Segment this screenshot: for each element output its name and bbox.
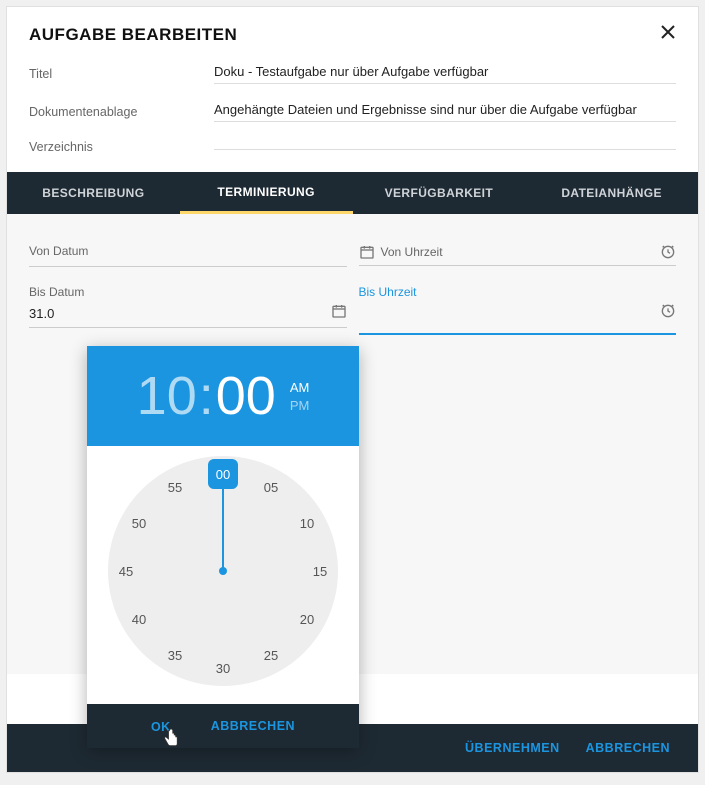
- to-time-input[interactable]: [359, 303, 677, 335]
- clock-tick-30[interactable]: 30: [208, 653, 238, 683]
- directory-label: Verzeichnis: [29, 140, 214, 154]
- from-time-label: Von Uhrzeit: [381, 245, 443, 259]
- time-picker-header: 10 : 00 AM PM: [87, 346, 359, 446]
- dialog-header: AUFGABE BEARBEITEN: [7, 7, 698, 56]
- clock-tick-15[interactable]: 15: [305, 556, 335, 586]
- docstore-input[interactable]: Angehängte Dateien und Ergebnisse sind n…: [214, 102, 676, 122]
- from-date-input[interactable]: [29, 262, 347, 267]
- form-section: Titel Doku - Testaufgabe nur über Aufgab…: [7, 56, 698, 154]
- clock-face-wrap: 00 05 10 15 20 25 30 35 40 45 50 55: [87, 446, 359, 704]
- dialog-title: AUFGABE BEARBEITEN: [29, 25, 237, 45]
- timepicker-hours[interactable]: 10: [137, 365, 197, 427]
- tab-beschreibung[interactable]: BESCHREIBUNG: [7, 172, 180, 214]
- edit-task-dialog: AUFGABE BEARBEITEN Titel Doku - Testaufg…: [6, 6, 699, 773]
- clock-tick-05[interactable]: 05: [256, 472, 286, 502]
- clock-face[interactable]: 00 05 10 15 20 25 30 35 40 45 50 55: [108, 456, 338, 686]
- calendar-icon-2: [359, 244, 375, 264]
- apply-button[interactable]: ÜBERNEHMEN: [465, 741, 560, 755]
- clock-tick-20[interactable]: 20: [292, 604, 322, 634]
- from-date-label: Von Datum: [29, 244, 347, 258]
- clock-center: [219, 567, 227, 575]
- directory-input[interactable]: [214, 145, 676, 150]
- close-button[interactable]: [660, 23, 676, 46]
- time-picker: 10 : 00 AM PM 00 05 10 15 20 25 30 35: [87, 346, 359, 748]
- tabs-bar: BESCHREIBUNG TERMINIERUNG VERFÜGBARKEIT …: [7, 172, 698, 214]
- clock-tick-50[interactable]: 50: [124, 508, 154, 538]
- clock-tick-40[interactable]: 40: [124, 604, 154, 634]
- timepicker-ok-button[interactable]: OK: [151, 720, 171, 734]
- clock-tick-45[interactable]: 45: [111, 556, 141, 586]
- to-time-label: Bis Uhrzeit: [359, 285, 417, 299]
- timepicker-minutes[interactable]: 00: [216, 365, 276, 427]
- title-label: Titel: [29, 67, 214, 81]
- to-date-label: Bis Datum: [29, 285, 347, 299]
- title-input[interactable]: Doku - Testaufgabe nur über Aufgabe verf…: [214, 64, 676, 84]
- timepicker-pm[interactable]: PM: [290, 398, 310, 413]
- timepicker-am[interactable]: AM: [290, 380, 310, 395]
- calendar-icon[interactable]: [331, 303, 347, 323]
- timepicker-colon: :: [199, 365, 214, 427]
- timepicker-cancel-button[interactable]: ABBRECHEN: [211, 719, 295, 733]
- close-icon: [660, 24, 676, 40]
- time-picker-footer: OK ABBRECHEN: [87, 704, 359, 748]
- tab-dateianhaenge[interactable]: DATEIANHÄNGE: [525, 172, 698, 214]
- clock-icon-2[interactable]: [660, 303, 676, 323]
- clock-icon[interactable]: [660, 244, 676, 264]
- cancel-button[interactable]: ABBRECHEN: [586, 741, 670, 755]
- docstore-label: Dokumentenablage: [29, 105, 214, 119]
- tab-verfuegbarkeit[interactable]: VERFÜGBARKEIT: [353, 172, 526, 214]
- clock-tick-00[interactable]: 00: [208, 459, 238, 489]
- to-date-input[interactable]: 31.0: [29, 303, 347, 328]
- clock-tick-10[interactable]: 10: [292, 508, 322, 538]
- clock-tick-35[interactable]: 35: [160, 640, 190, 670]
- clock-tick-55[interactable]: 55: [160, 472, 190, 502]
- clock-tick-25[interactable]: 25: [256, 640, 286, 670]
- tab-terminierung[interactable]: TERMINIERUNG: [180, 172, 353, 214]
